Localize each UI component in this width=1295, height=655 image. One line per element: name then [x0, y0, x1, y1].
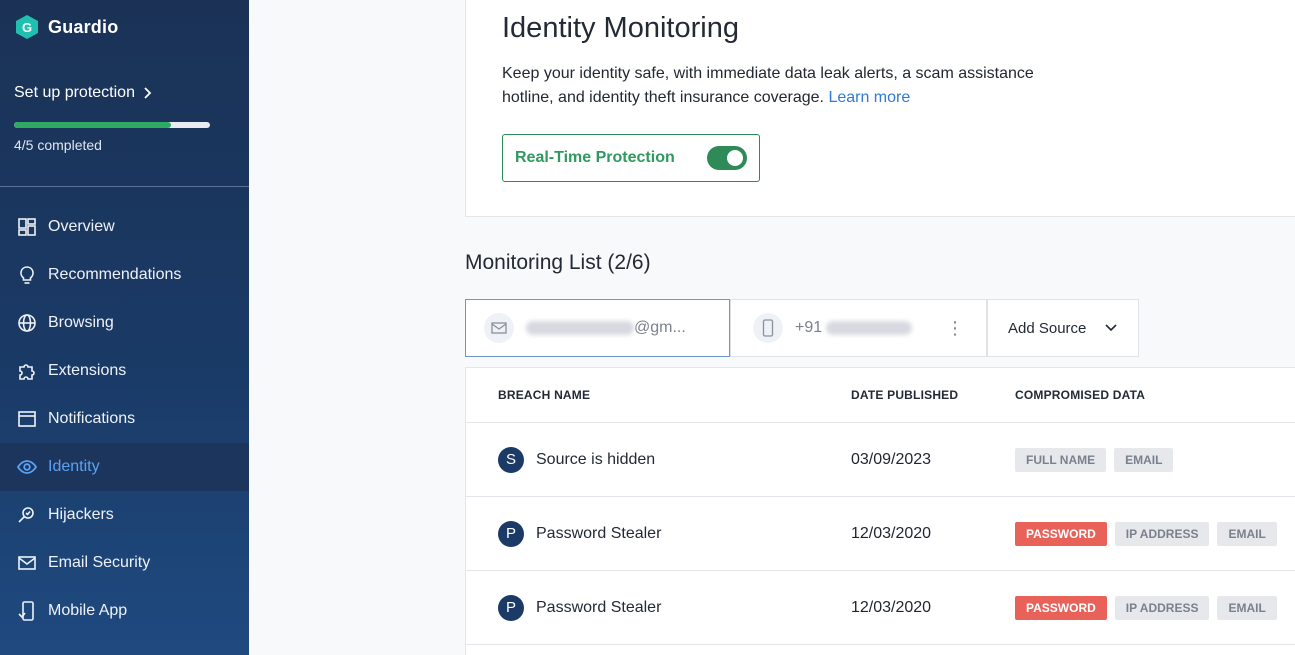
- compromised-data-tag: PASSWORD: [1015, 521, 1107, 546]
- identity-card: Identity Monitoring Keep your identity s…: [465, 0, 1295, 217]
- sidebar-item-label: Notifications: [48, 410, 136, 427]
- sidebar-item-label: Identity: [48, 458, 100, 475]
- sidebar-item-mobile-app[interactable]: Mobile App: [0, 587, 249, 635]
- compromised-data-tag: EMAIL: [1217, 521, 1277, 546]
- guardio-logo-icon: G: [16, 15, 38, 39]
- source-email-text: @gm...: [526, 319, 686, 337]
- source-phone-visible: +91: [795, 319, 823, 336]
- sidebar-item-identity[interactable]: Identity: [0, 443, 249, 491]
- source-tabs: @gm... +91 ⋮ Add Source: [465, 299, 1139, 359]
- globe-icon: [18, 314, 36, 332]
- breach-date: 12/03/2020: [851, 598, 932, 616]
- learn-more-link[interactable]: Learn more: [828, 89, 910, 106]
- chevron-right-icon: [144, 87, 152, 99]
- header-breach-name[interactable]: BREACH NAME: [466, 388, 851, 402]
- puzzle-icon: [19, 364, 35, 380]
- breach-cell: P Password Stealer: [466, 520, 851, 547]
- sidebar-divider: [0, 186, 249, 187]
- breach-cell: P Password Stealer: [466, 594, 851, 621]
- sidebar-item-label: Mobile App: [48, 602, 128, 619]
- progress-fill: [14, 122, 171, 128]
- compromised-tags: FULL NAME EMAIL: [1015, 447, 1295, 472]
- source-tab-email[interactable]: @gm...: [465, 299, 730, 357]
- brand[interactable]: G Guardio: [14, 14, 118, 40]
- compromised-data-tag: IP ADDRESS: [1114, 595, 1210, 620]
- breach-avatar: P: [498, 594, 524, 621]
- grid-icon: [18, 218, 36, 236]
- monitoring-list-title: Monitoring List (2/6): [465, 251, 651, 274]
- compromised-tags: PASSWORD IP ADDRESS EMAIL: [1015, 595, 1295, 620]
- description-text: Keep your identity safe, with immediate …: [502, 65, 1034, 106]
- sidebar-item-label: Extensions: [48, 362, 127, 379]
- magnifier-icon: [18, 507, 34, 523]
- breach-avatar: S: [498, 446, 524, 473]
- table-row[interactable]: S Source is hidden 03/09/2023 FULL NAME EMAI…: [466, 423, 1295, 497]
- more-options-icon[interactable]: ⋮: [946, 318, 964, 339]
- header-date-published[interactable]: DATE PUBLISHED: [851, 388, 1015, 402]
- compromised-data-tag: EMAIL: [1114, 447, 1174, 472]
- page-title: Identity Monitoring: [502, 12, 739, 44]
- mobile-icon: [753, 313, 783, 343]
- sidebar-nav: Overview Recommendations Browsing Extens…: [0, 203, 249, 635]
- realtime-protection-toggle[interactable]: [707, 146, 747, 170]
- breach-avatar: P: [498, 520, 524, 547]
- breach-name: Source is hidden: [536, 450, 656, 468]
- sidebar-item-label: Recommendations: [48, 266, 182, 283]
- sidebar-item-label: Overview: [48, 218, 115, 235]
- realtime-protection-label: Real-Time Protection: [515, 149, 675, 166]
- redacted-email: [526, 321, 634, 335]
- sidebar-item-label: Browsing: [48, 314, 114, 331]
- compromised-data-tag: EMAIL: [1217, 595, 1277, 620]
- source-phone-text: +91: [795, 319, 913, 337]
- sidebar-item-label: Email Security: [48, 554, 151, 571]
- main-content: Identity Monitoring Keep your identity s…: [249, 0, 1295, 655]
- add-source-label: Add Source: [1008, 319, 1087, 337]
- mail-icon: [18, 556, 36, 570]
- table-header: BREACH NAME DATE PUBLISHED COMPROMISED D…: [466, 368, 1295, 423]
- redacted-phone: [826, 321, 913, 335]
- identity-description: Keep your identity safe, with immediate …: [502, 62, 1042, 110]
- compromised-data-tag: FULL NAME: [1015, 447, 1107, 472]
- breach-date: 03/09/2023: [851, 450, 932, 468]
- eye-icon: [16, 460, 38, 474]
- breach-table: BREACH NAME DATE PUBLISHED COMPROMISED D…: [465, 367, 1295, 655]
- table-row[interactable]: P Password Stealer 12/03/2020 PASSWORD IP AD…: [466, 497, 1295, 571]
- compromised-tags: PASSWORD IP ADDRESS EMAIL: [1015, 521, 1295, 546]
- sidebar-item-email-security[interactable]: Email Security: [0, 539, 249, 587]
- source-email-visible: @gm...: [634, 319, 686, 336]
- compromised-data-tag: PASSWORD: [1015, 595, 1107, 620]
- lightbulb-icon: [20, 266, 34, 284]
- breach-date: 12/03/2020: [851, 524, 932, 542]
- sidebar: G Guardio Set up protection 4/5 complete…: [0, 0, 249, 655]
- setup-protection-label: Set up protection: [14, 84, 135, 101]
- realtime-protection-box: Real-Time Protection: [502, 134, 760, 182]
- setup-protection-link[interactable]: Set up protection: [14, 84, 153, 102]
- sidebar-item-extensions[interactable]: Extensions: [0, 347, 249, 395]
- sidebar-item-recommendations[interactable]: Recommendations: [0, 251, 249, 299]
- compromised-data-tag: IP ADDRESS: [1114, 521, 1210, 546]
- chevron-down-icon: [1105, 324, 1117, 332]
- setup-progress-bar: [14, 122, 210, 128]
- sidebar-item-notifications[interactable]: Notifications: [0, 395, 249, 443]
- source-tab-phone[interactable]: +91 ⋮: [730, 299, 987, 357]
- sidebar-item-overview[interactable]: Overview: [0, 203, 249, 251]
- svg-text:G: G: [22, 20, 32, 35]
- setup-progress-text: 4/5 completed: [14, 137, 102, 153]
- breach-name: Password Stealer: [536, 598, 662, 616]
- mail-icon: [484, 313, 514, 343]
- sidebar-item-hijackers[interactable]: Hijackers: [0, 491, 249, 539]
- sidebar-item-browsing[interactable]: Browsing: [0, 299, 249, 347]
- phone-icon: [18, 601, 34, 621]
- breach-cell: S Source is hidden: [466, 446, 851, 473]
- brand-name: Guardio: [48, 16, 119, 37]
- table-row[interactable]: P Password Stealer 12/03/2020 PASSWORD IP AD…: [466, 571, 1295, 645]
- breach-name: Password Stealer: [536, 524, 662, 542]
- add-source-dropdown[interactable]: Add Source: [987, 299, 1139, 357]
- header-compromised-data: COMPROMISED DATA: [1015, 388, 1146, 402]
- window-icon: [18, 411, 36, 427]
- sidebar-item-label: Hijackers: [48, 506, 114, 523]
